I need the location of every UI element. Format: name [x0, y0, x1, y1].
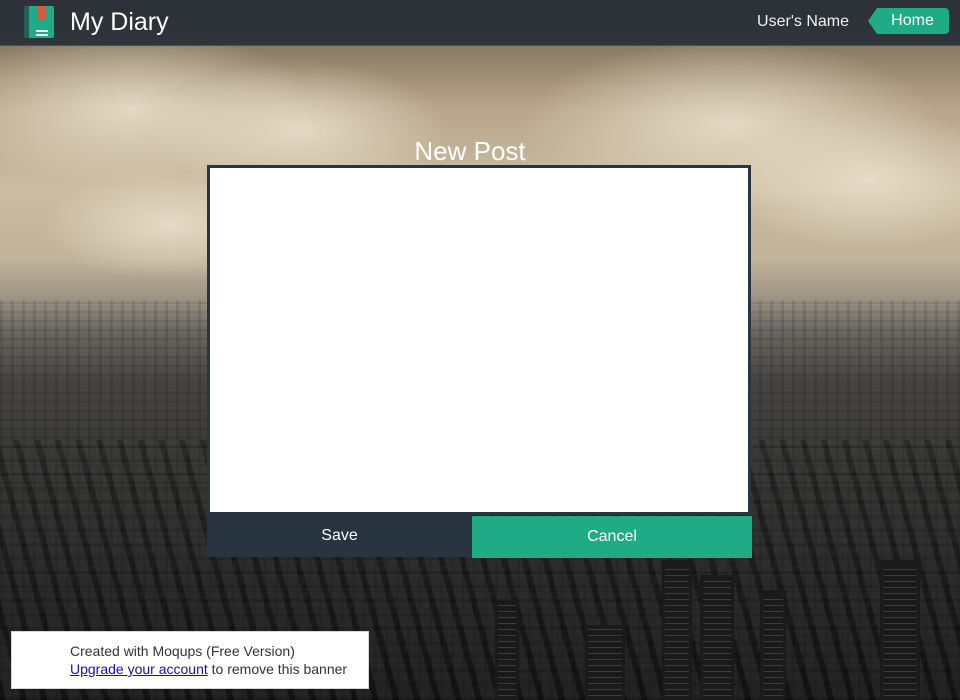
page-title: New Post: [414, 136, 526, 166]
post-content-textarea[interactable]: [207, 165, 751, 515]
top-bar: My Diary User's Name Home: [0, 0, 960, 46]
user-name-link[interactable]: User's Name: [757, 12, 849, 32]
banner-upgrade-line: Upgrade your account to remove this bann…: [70, 661, 347, 677]
banner-suffix-text: to remove this banner: [207, 661, 348, 677]
home-button[interactable]: Home: [868, 8, 949, 34]
diary-book-icon: [24, 6, 54, 38]
save-button[interactable]: Save: [207, 515, 472, 557]
upgrade-account-link[interactable]: Upgrade your account: [70, 661, 208, 677]
app-title: My Diary: [70, 8, 169, 36]
banner-text: Created with Moqups (Free Version): [70, 643, 295, 659]
cancel-button[interactable]: Cancel: [472, 516, 752, 558]
moqups-banner: Created with Moqups (Free Version) Upgra…: [11, 631, 369, 689]
